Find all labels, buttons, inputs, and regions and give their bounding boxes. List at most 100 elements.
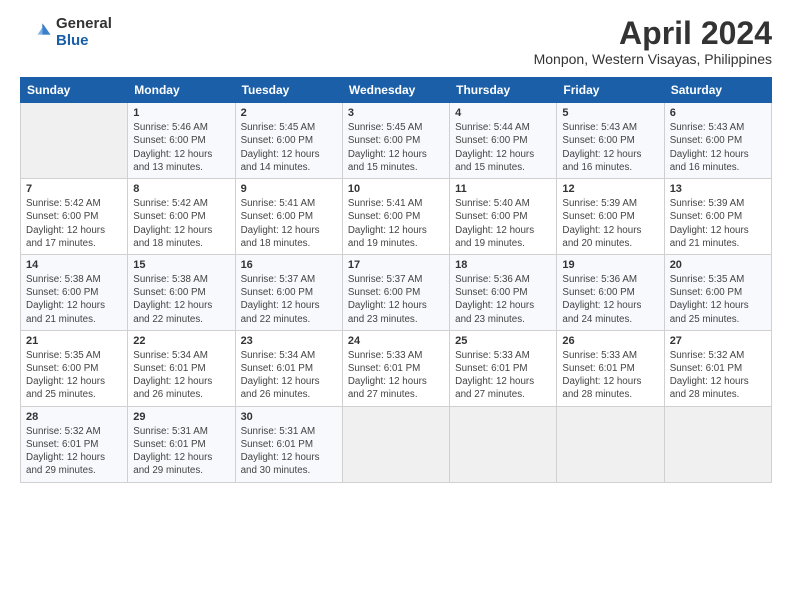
day-info: Sunrise: 5:34 AM Sunset: 6:01 PM Dayligh…: [133, 349, 229, 402]
calendar-cell: 12 Sunrise: 5:39 AM Sunset: 6:00 PM Dayli…: [557, 179, 664, 255]
calendar-cell: 30Sunrise: 5:31 AM Sunset: 6:01 PM Dayli…: [235, 406, 342, 482]
weekday-header: Friday: [557, 78, 664, 103]
day-number: 12: [562, 183, 658, 195]
calendar-cell: 26 Sunrise: 5:33 AM Sunset: 6:01 PM Dayli…: [557, 330, 664, 406]
day-number: 16: [241, 259, 337, 271]
day-info: Sunrise: 5:42 AM Sunset: 6:00 PM Dayligh…: [26, 197, 122, 250]
day-number: 29: [133, 411, 229, 423]
day-info: Sunrise: 5:34 AM Sunset: 6:01 PM Dayligh…: [241, 349, 337, 402]
day-info: Sunrise: 5:41 AM Sunset: 6:00 PM Dayligh…: [241, 197, 337, 250]
day-info: Sunrise: 5:33 AM Sunset: 6:01 PM Dayligh…: [455, 349, 551, 402]
day-number: 3: [348, 107, 444, 119]
day-number: 17: [348, 259, 444, 271]
calendar-cell: 15 Sunrise: 5:38 AM Sunset: 6:00 PM Dayli…: [128, 254, 235, 330]
day-number: 13: [670, 183, 766, 195]
day-number: 11: [455, 183, 551, 195]
calendar-header-row: SundayMondayTuesdayWednesdayThursdayFrid…: [21, 78, 772, 103]
day-number: 19: [562, 259, 658, 271]
day-info: Sunrise: 5:36 AM Sunset: 6:00 PM Dayligh…: [562, 273, 658, 326]
day-info: Sunrise: 5:35 AM Sunset: 6:00 PM Dayligh…: [670, 273, 766, 326]
day-number: 25: [455, 335, 551, 347]
day-info: Sunrise: 5:37 AM Sunset: 6:00 PM Dayligh…: [241, 273, 337, 326]
logo-general: General: [56, 16, 112, 33]
calendar-cell: 22Sunrise: 5:34 AM Sunset: 6:01 PM Dayli…: [128, 330, 235, 406]
calendar-cell: [450, 406, 557, 482]
day-number: 14: [26, 259, 122, 271]
day-number: 15: [133, 259, 229, 271]
day-info: Sunrise: 5:45 AM Sunset: 6:00 PM Dayligh…: [241, 121, 337, 174]
logo-icon: [20, 17, 52, 49]
day-info: Sunrise: 5:32 AM Sunset: 6:01 PM Dayligh…: [26, 425, 122, 478]
calendar-cell: 17 Sunrise: 5:37 AM Sunset: 6:00 PM Dayli…: [342, 254, 449, 330]
day-info: Sunrise: 5:42 AM Sunset: 6:00 PM Dayligh…: [133, 197, 229, 250]
day-number: 7: [26, 183, 122, 195]
day-info: Sunrise: 5:43 AM Sunset: 6:00 PM Dayligh…: [670, 121, 766, 174]
day-number: 24: [348, 335, 444, 347]
calendar-cell: 29 Sunrise: 5:31 AM Sunset: 6:01 PM Dayli…: [128, 406, 235, 482]
calendar-cell: 5 Sunrise: 5:43 AM Sunset: 6:00 PM Daylig…: [557, 103, 664, 179]
day-info: Sunrise: 5:32 AM Sunset: 6:01 PM Dayligh…: [670, 349, 766, 402]
calendar-cell: 28 Sunrise: 5:32 AM Sunset: 6:01 PM Dayli…: [21, 406, 128, 482]
calendar-cell: 7 Sunrise: 5:42 AM Sunset: 6:00 PM Daylig…: [21, 179, 128, 255]
day-number: 10: [348, 183, 444, 195]
calendar-table: SundayMondayTuesdayWednesdayThursdayFrid…: [20, 77, 772, 482]
page-title: April 2024: [534, 16, 772, 51]
day-number: 21: [26, 335, 122, 347]
calendar-cell: [557, 406, 664, 482]
calendar-cell: 1Sunrise: 5:46 AM Sunset: 6:00 PM Daylig…: [128, 103, 235, 179]
calendar-week-row: 28 Sunrise: 5:32 AM Sunset: 6:01 PM Dayli…: [21, 406, 772, 482]
day-number: 26: [562, 335, 658, 347]
weekday-header: Sunday: [21, 78, 128, 103]
weekday-header: Monday: [128, 78, 235, 103]
calendar-week-row: 1Sunrise: 5:46 AM Sunset: 6:00 PM Daylig…: [21, 103, 772, 179]
day-info: Sunrise: 5:37 AM Sunset: 6:00 PM Dayligh…: [348, 273, 444, 326]
calendar-cell: 2 Sunrise: 5:45 AM Sunset: 6:00 PM Daylig…: [235, 103, 342, 179]
day-info: Sunrise: 5:43 AM Sunset: 6:00 PM Dayligh…: [562, 121, 658, 174]
calendar-cell: 6 Sunrise: 5:43 AM Sunset: 6:00 PM Daylig…: [664, 103, 771, 179]
calendar-week-row: 14 Sunrise: 5:38 AM Sunset: 6:00 PM Dayli…: [21, 254, 772, 330]
calendar-cell: 13 Sunrise: 5:39 AM Sunset: 6:00 PM Dayli…: [664, 179, 771, 255]
day-number: 18: [455, 259, 551, 271]
day-number: 27: [670, 335, 766, 347]
calendar-cell: 20 Sunrise: 5:35 AM Sunset: 6:00 PM Dayli…: [664, 254, 771, 330]
calendar-week-row: 7 Sunrise: 5:42 AM Sunset: 6:00 PM Daylig…: [21, 179, 772, 255]
day-info: Sunrise: 5:41 AM Sunset: 6:00 PM Dayligh…: [348, 197, 444, 250]
day-info: Sunrise: 5:38 AM Sunset: 6:00 PM Dayligh…: [133, 273, 229, 326]
day-number: 1: [133, 107, 229, 119]
day-info: Sunrise: 5:33 AM Sunset: 6:01 PM Dayligh…: [348, 349, 444, 402]
calendar-cell: [342, 406, 449, 482]
calendar-cell: 11Sunrise: 5:40 AM Sunset: 6:00 PM Dayli…: [450, 179, 557, 255]
day-info: Sunrise: 5:33 AM Sunset: 6:01 PM Dayligh…: [562, 349, 658, 402]
logo-text: General Blue: [56, 16, 112, 49]
weekday-header: Thursday: [450, 78, 557, 103]
page-header: General Blue April 2024 Monpon, Western …: [20, 16, 772, 67]
calendar-cell: 9Sunrise: 5:41 AM Sunset: 6:00 PM Daylig…: [235, 179, 342, 255]
day-info: Sunrise: 5:39 AM Sunset: 6:00 PM Dayligh…: [562, 197, 658, 250]
calendar-cell: 21Sunrise: 5:35 AM Sunset: 6:00 PM Dayli…: [21, 330, 128, 406]
page-subtitle: Monpon, Western Visayas, Philippines: [534, 51, 772, 67]
calendar-cell: 8Sunrise: 5:42 AM Sunset: 6:00 PM Daylig…: [128, 179, 235, 255]
day-number: 20: [670, 259, 766, 271]
calendar-week-row: 21Sunrise: 5:35 AM Sunset: 6:00 PM Dayli…: [21, 330, 772, 406]
day-number: 2: [241, 107, 337, 119]
day-number: 6: [670, 107, 766, 119]
calendar-cell: 25 Sunrise: 5:33 AM Sunset: 6:01 PM Dayli…: [450, 330, 557, 406]
day-info: Sunrise: 5:45 AM Sunset: 6:00 PM Dayligh…: [348, 121, 444, 174]
calendar-cell: [664, 406, 771, 482]
calendar-cell: 24 Sunrise: 5:33 AM Sunset: 6:01 PM Dayli…: [342, 330, 449, 406]
day-number: 28: [26, 411, 122, 423]
calendar-cell: 27 Sunrise: 5:32 AM Sunset: 6:01 PM Dayli…: [664, 330, 771, 406]
day-number: 4: [455, 107, 551, 119]
day-info: Sunrise: 5:36 AM Sunset: 6:00 PM Dayligh…: [455, 273, 551, 326]
day-info: Sunrise: 5:31 AM Sunset: 6:01 PM Dayligh…: [133, 425, 229, 478]
calendar-cell: 4Sunrise: 5:44 AM Sunset: 6:00 PM Daylig…: [450, 103, 557, 179]
calendar-cell: 3 Sunrise: 5:45 AM Sunset: 6:00 PM Daylig…: [342, 103, 449, 179]
weekday-header: Saturday: [664, 78, 771, 103]
day-info: Sunrise: 5:39 AM Sunset: 6:00 PM Dayligh…: [670, 197, 766, 250]
calendar-cell: 14Sunrise: 5:38 AM Sunset: 6:00 PM Dayli…: [21, 254, 128, 330]
day-number: 30: [241, 411, 337, 423]
calendar-cell: 19 Sunrise: 5:36 AM Sunset: 6:00 PM Dayli…: [557, 254, 664, 330]
day-number: 5: [562, 107, 658, 119]
weekday-header: Wednesday: [342, 78, 449, 103]
title-area: April 2024 Monpon, Western Visayas, Phil…: [534, 16, 772, 67]
